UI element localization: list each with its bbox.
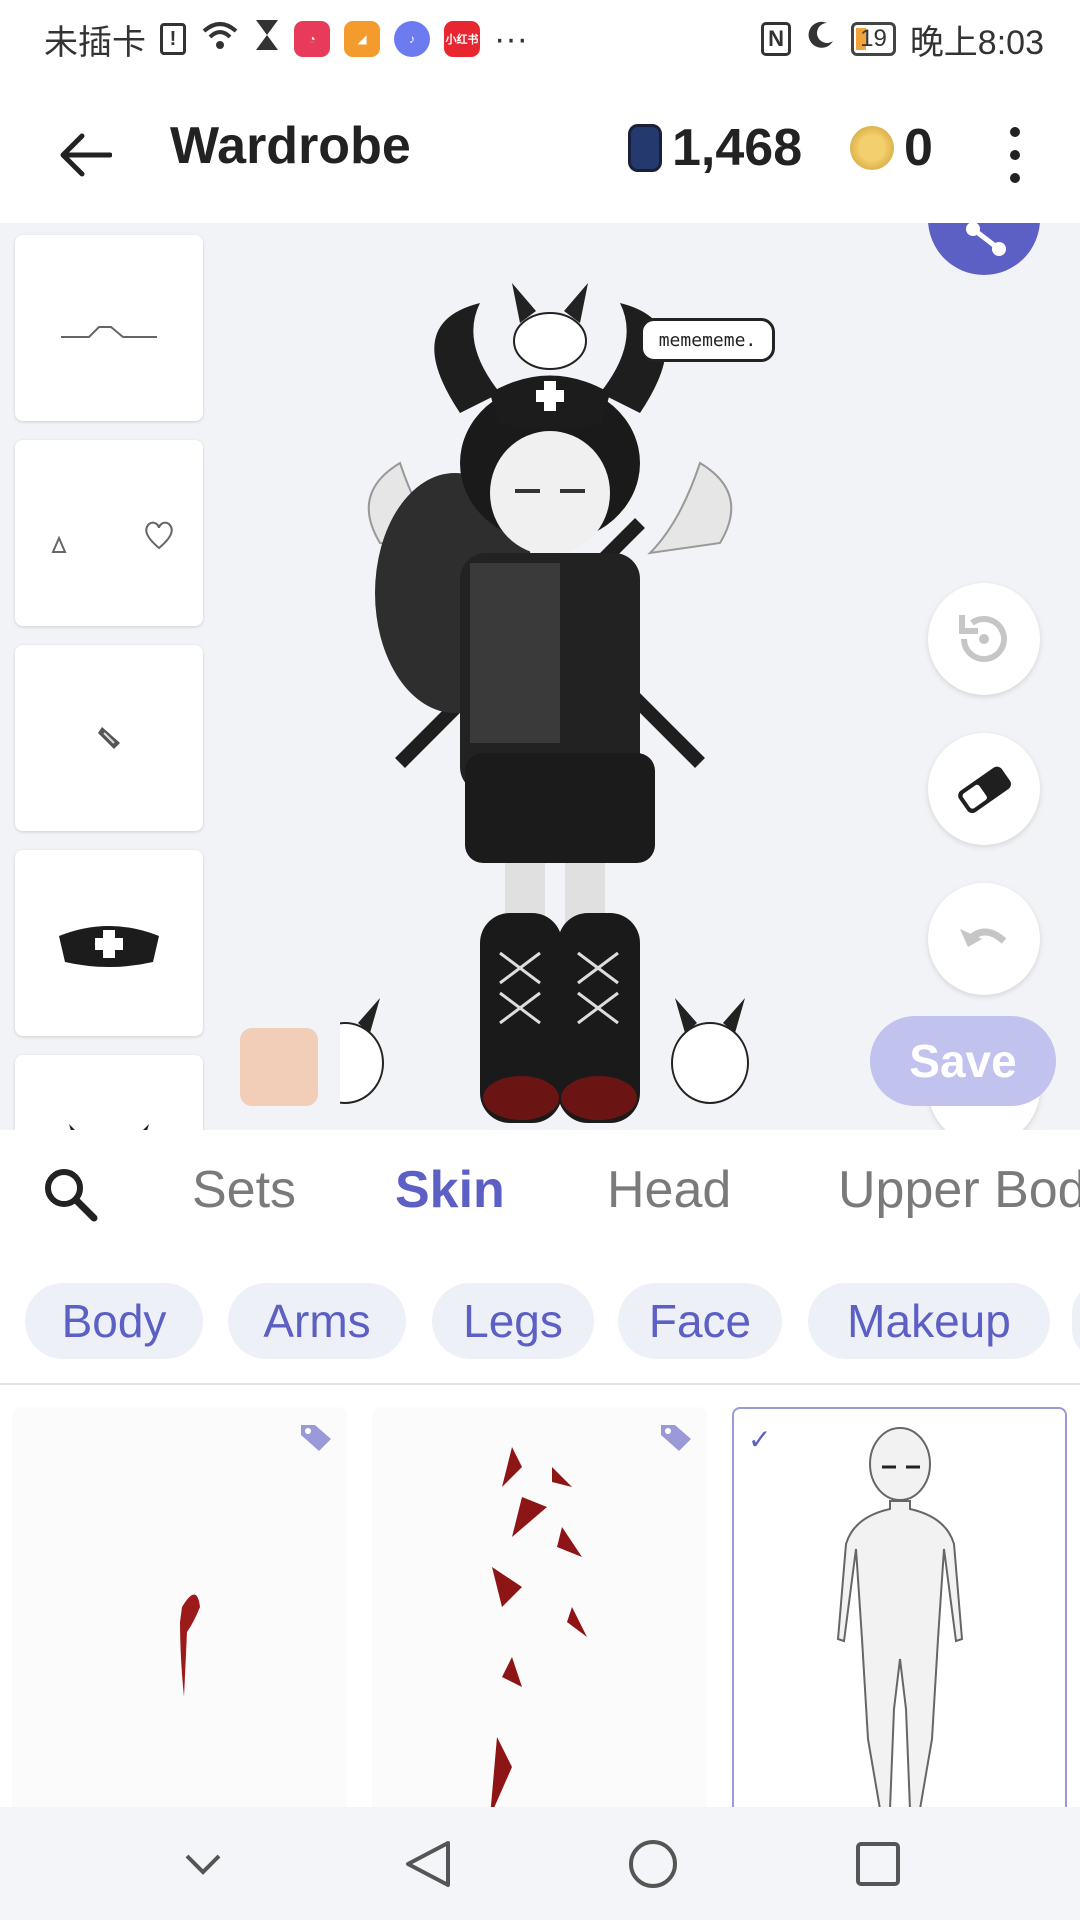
reset-button[interactable] xyxy=(928,583,1040,695)
square-recents-icon xyxy=(855,1841,900,1886)
base-body-image xyxy=(836,1427,964,1807)
kebab-dot-icon xyxy=(1010,126,1020,137)
item-grid: ✓ xyxy=(0,1387,1080,1807)
search-button[interactable] xyxy=(40,1164,100,1224)
more-notifications-icon: ··· xyxy=(494,19,528,58)
triangle-back-icon xyxy=(405,1840,450,1887)
share-icon xyxy=(966,223,1006,256)
check-icon: ✓ xyxy=(748,1424,772,1455)
coin-balance[interactable]: 0 xyxy=(850,118,933,178)
wifi-icon xyxy=(200,19,240,60)
category-tabs: Sets Skin Head Upper Body xyxy=(0,1130,1080,1255)
chip-arms[interactable]: Arms xyxy=(228,1283,406,1359)
skin-color-swatch[interactable] xyxy=(240,1028,318,1106)
item-card[interactable] xyxy=(12,1407,347,1807)
kebab-dot-icon xyxy=(1010,149,1020,160)
equipped-slot-bunny[interactable] xyxy=(15,1055,203,1130)
nav-back-button[interactable] xyxy=(393,1829,463,1899)
item-card[interactable] xyxy=(372,1407,707,1807)
avatar-preview: memememe. Save xyxy=(0,223,1080,1130)
back-button[interactable] xyxy=(50,120,120,190)
equipped-slot-accessory[interactable] xyxy=(15,440,203,626)
equipped-slot-nurse-hat[interactable] xyxy=(15,850,203,1036)
avatar-figure xyxy=(340,283,749,1123)
equipped-slot-eyebrows[interactable] xyxy=(15,235,203,421)
tab-sets[interactable]: Sets xyxy=(192,1160,296,1220)
item-card-selected[interactable]: ✓ xyxy=(732,1407,1067,1807)
chip-body[interactable]: Body xyxy=(25,1283,203,1359)
tag-icon xyxy=(661,1425,691,1451)
xiaohongshu-icon: 小红书 xyxy=(444,21,480,57)
app-notification-icon: ◔ xyxy=(294,21,330,57)
gem-jar-icon xyxy=(628,124,662,172)
subcategory-chips: Body Arms Legs Face Makeup xyxy=(0,1255,1080,1385)
battery-level: 19 xyxy=(860,25,887,52)
app-notification-icon: ◢ xyxy=(344,21,380,57)
circle-home-icon xyxy=(628,1839,677,1888)
history-icon xyxy=(959,615,1007,662)
undo-icon xyxy=(960,928,1007,947)
nav-hide-keyboard-button[interactable] xyxy=(168,1829,238,1899)
chip-face[interactable]: Face xyxy=(618,1283,782,1359)
chip-more[interactable] xyxy=(1072,1283,1080,1359)
sim-alert-icon: ! xyxy=(160,23,186,55)
blood-splatter-image xyxy=(490,1447,587,1807)
battery-icon: 19 xyxy=(851,22,896,56)
equipped-slot-item[interactable] xyxy=(15,645,203,831)
chevron-down-icon xyxy=(185,1854,220,1875)
gem-count: 1,468 xyxy=(672,119,803,177)
hourglass-icon xyxy=(254,18,280,61)
undo-button[interactable] xyxy=(928,883,1040,995)
chip-makeup[interactable]: Makeup xyxy=(808,1283,1050,1359)
system-nav-bar xyxy=(0,1807,1080,1920)
music-app-icon: ♪ xyxy=(394,21,430,57)
blood-drip-image xyxy=(180,1594,200,1697)
arrow-left-icon xyxy=(60,133,112,177)
nfc-icon: N xyxy=(761,22,792,56)
speech-bubble: memememe. xyxy=(640,318,775,362)
kebab-dot-icon xyxy=(1010,173,1020,184)
more-options-button[interactable] xyxy=(1000,120,1030,190)
clock: 晚上8:03 xyxy=(909,23,1044,62)
tab-skin[interactable]: Skin xyxy=(395,1160,505,1220)
coin-icon xyxy=(850,126,894,170)
save-button[interactable]: Save xyxy=(870,1016,1056,1106)
page-title: Wardrobe xyxy=(170,117,411,175)
coin-count: 0 xyxy=(904,119,933,177)
tab-upper-body[interactable]: Upper Body xyxy=(838,1160,1080,1220)
search-icon xyxy=(45,1169,98,1222)
status-bar-left: 未插卡 ! ◔ ◢ ♪ 小红书 ··· xyxy=(44,15,528,64)
status-bar-right: N 19 晚上8:03 xyxy=(761,15,1044,64)
status-bar: 未插卡 ! ◔ ◢ ♪ 小红书 ··· N 19 晚上8:03 xyxy=(0,0,1080,78)
nav-home-button[interactable] xyxy=(618,1829,688,1899)
nav-recents-button[interactable] xyxy=(843,1829,913,1899)
moon-icon xyxy=(805,19,837,60)
chip-legs[interactable]: Legs xyxy=(432,1283,594,1359)
eraser-button[interactable] xyxy=(928,733,1040,845)
tag-icon xyxy=(301,1425,331,1451)
gem-balance[interactable]: 1,468 xyxy=(628,118,802,178)
carrier-text: 未插卡 xyxy=(44,23,146,62)
share-button[interactable] xyxy=(928,223,1040,275)
tab-head[interactable]: Head xyxy=(607,1160,731,1220)
eraser-icon xyxy=(958,766,1011,814)
app-bar: Wardrobe 1,468 0 xyxy=(0,78,1080,223)
